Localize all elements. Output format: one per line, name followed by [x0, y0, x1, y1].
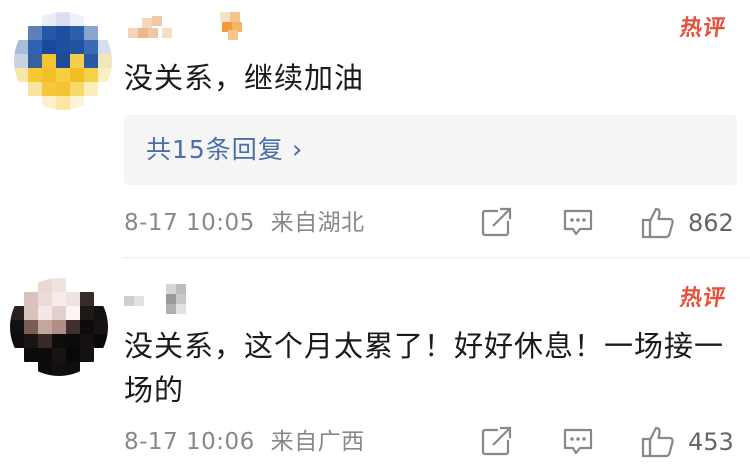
location: 来自广西: [270, 429, 365, 455]
replies-panel[interactable]: 共15条回复 ›: [124, 115, 737, 185]
comment-item: 热评 没关系，继续加油 共15条回复 › 8-17 10:05 来自湖北 862: [0, 0, 750, 258]
avatar[interactable]: [10, 278, 108, 376]
replies-label: 共15条回复: [146, 135, 284, 164]
comment-meta: 8-17 10:06 来自广西: [124, 428, 365, 456]
comment-text: 没关系，继续加油: [124, 61, 365, 95]
like-icon[interactable]: [640, 205, 676, 245]
comment-icon[interactable]: [561, 424, 595, 462]
divider: [122, 257, 750, 258]
like-count: 453: [688, 428, 734, 456]
comment-item: 热评 没关系，这个月太累了！好好休息！一场接一场的 8-17 10:06 来自广…: [0, 260, 750, 475]
share-icon[interactable]: [480, 205, 514, 243]
location: 来自湖北: [270, 210, 365, 236]
chevron-right-icon: ›: [291, 135, 304, 165]
timestamp: 8-17 10:06: [124, 429, 255, 455]
comment-meta: 8-17 10:05 来自湖北: [124, 209, 365, 237]
hot-comment-badge: 热评: [678, 16, 728, 41]
comment-icon[interactable]: [561, 205, 595, 243]
avatar[interactable]: [14, 12, 112, 110]
comment-text: 没关系，这个月太累了！好好休息！一场接一场的: [124, 329, 725, 407]
like-icon[interactable]: [640, 424, 676, 464]
like-count: 862: [688, 209, 734, 237]
username[interactable]: [124, 282, 194, 314]
comment-meta-row: 8-17 10:05 来自湖北 862: [124, 205, 736, 241]
comment-meta-row: 8-17 10:06 来自广西 453: [124, 424, 736, 460]
hot-comment-badge: 热评: [678, 286, 728, 311]
share-icon[interactable]: [480, 424, 514, 462]
comment-list: 热评 没关系，继续加油 共15条回复 › 8-17 10:05 来自湖北 862…: [0, 0, 750, 475]
timestamp: 8-17 10:05: [124, 210, 255, 236]
username[interactable]: [124, 8, 254, 40]
view-replies-link[interactable]: 共15条回复 ›: [146, 135, 303, 165]
